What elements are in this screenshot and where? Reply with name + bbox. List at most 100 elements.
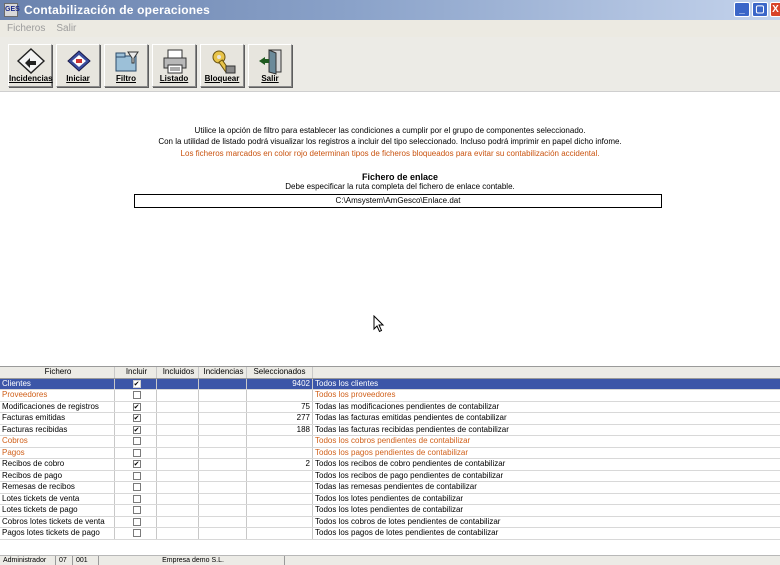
link-file-subtitle: Debe especificar la ruta completa del fi…	[285, 182, 515, 191]
cell-incluir	[115, 436, 157, 447]
cell-incluir	[115, 493, 157, 504]
table-row[interactable]: Cobros lotes tickets de venta Todos los c…	[0, 516, 780, 528]
table-row[interactable]: Recibos de cobro ✔ 2 Todos los recibos de c…	[0, 459, 780, 471]
include-checkbox[interactable]: ✔	[132, 379, 141, 388]
include-checkbox[interactable]	[132, 391, 141, 400]
app-icon: GES	[4, 3, 20, 17]
cell-seleccionados	[247, 436, 313, 447]
include-checkbox[interactable]	[132, 448, 141, 457]
incidencias-button[interactable]: Incidencias	[8, 44, 53, 87]
status-extra	[285, 556, 780, 565]
key-lock-icon	[212, 50, 236, 74]
status-user: Administrador	[0, 556, 56, 565]
salir-button[interactable]: Salir	[248, 44, 292, 87]
cell-incidencias	[199, 493, 247, 504]
cell-incidencias	[199, 482, 247, 493]
table-row[interactable]: Pagos Todos los pagos pendientes de conta…	[0, 447, 780, 459]
maximize-button[interactable]: ▢	[752, 2, 768, 17]
cell-incluir	[115, 482, 157, 493]
window-controls: _ ▢ X	[734, 2, 780, 17]
cell-incluir	[115, 390, 157, 401]
table-row[interactable]: Facturas recibidas ✔ 188 Todas las facturas…	[0, 424, 780, 436]
cell-seleccionados: 2	[247, 459, 313, 470]
cell-incluidos	[157, 528, 199, 539]
cell-seleccionados	[247, 470, 313, 481]
table-row[interactable]: Proveedores Todos los proveedores	[0, 390, 780, 402]
col-header-fichero[interactable]: Fichero	[0, 367, 115, 378]
menu-ficheros[interactable]: Ficheros	[7, 23, 45, 34]
cell-incidencias	[199, 516, 247, 527]
cell-seleccionados	[247, 447, 313, 458]
cell-fichero: Recibos de cobro	[0, 459, 115, 470]
cell-seleccionados	[247, 493, 313, 504]
table-row[interactable]: Clientes ✔ 9402 Todos los clientes	[0, 378, 780, 390]
salir-label: Salir	[261, 74, 279, 83]
table-row[interactable]: Modificaciones de registros ✔ 75 Todas las …	[0, 401, 780, 413]
cell-incluir: ✔	[115, 401, 157, 412]
filtro-button[interactable]: Filtro	[104, 44, 148, 87]
book-start-icon	[67, 50, 91, 72]
include-checkbox[interactable]	[132, 437, 141, 446]
table-row[interactable]: Facturas emitidas ✔ 277 Todas las facturas …	[0, 413, 780, 425]
bloquear-button[interactable]: Bloquear	[200, 44, 244, 87]
cell-seleccionados	[247, 528, 313, 539]
include-checkbox[interactable]	[132, 494, 141, 503]
cell-descripcion: Todas las facturas recibidas pendientes …	[315, 424, 509, 434]
cell-descripcion: Todas las facturas emitidas pendientes d…	[315, 413, 507, 422]
filtro-label: Filtro	[116, 74, 136, 83]
cell-incluir: ✔	[115, 378, 157, 389]
col-header-seleccionados[interactable]: Seleccionados	[247, 367, 313, 378]
cell-incluidos	[157, 378, 199, 389]
menu-bar: Ficheros Salir	[0, 20, 780, 37]
iniciar-button[interactable]: Iniciar	[56, 44, 100, 87]
include-checkbox[interactable]	[132, 529, 141, 538]
listado-button[interactable]: Listado	[152, 44, 196, 87]
cell-descripcion: Todos los pagos de lotes pendientes de c…	[315, 528, 499, 537]
menu-salir[interactable]: Salir	[56, 23, 76, 34]
cell-incluir	[115, 470, 157, 481]
col-header-descripcion[interactable]	[313, 367, 780, 378]
info-blocked-text: Los ficheros marcados en color rojo dete…	[180, 149, 600, 158]
include-checkbox[interactable]: ✔	[132, 402, 141, 411]
close-button[interactable]: X	[770, 2, 780, 17]
cell-incidencias	[199, 378, 247, 389]
include-checkbox[interactable]	[132, 517, 141, 526]
table-row[interactable]: Recibos de pago Todos los recibos de pago…	[0, 470, 780, 482]
include-checkbox[interactable]: ✔	[132, 460, 141, 469]
title-bar: GES Contabilización de operaciones _ ▢ X	[0, 0, 780, 20]
table-row[interactable]: Lotes tickets de pago Todos los lotes pen…	[0, 505, 780, 517]
col-header-incluir[interactable]: Incluir	[115, 367, 157, 378]
cell-incidencias	[199, 459, 247, 470]
cell-seleccionados	[247, 516, 313, 527]
cell-fichero: Cobros lotes tickets de venta	[0, 516, 115, 527]
cell-incluidos	[157, 424, 199, 435]
cell-incidencias	[199, 424, 247, 435]
col-header-incidencias[interactable]: Incidencias	[199, 367, 247, 378]
cell-seleccionados	[247, 390, 313, 401]
bloquear-label: Bloquear	[204, 74, 240, 83]
cell-incluidos	[157, 436, 199, 447]
table-row[interactable]: Lotes tickets de venta Todos los lotes pe…	[0, 493, 780, 505]
col-header-incluidos[interactable]: Incluidos	[157, 367, 199, 378]
iniciar-label: Iniciar	[66, 74, 90, 83]
table-row[interactable]: Cobros Todos los cobros pendientes de con…	[0, 436, 780, 448]
table-row[interactable]: Remesas de recibos Todas las remesas pend…	[0, 482, 780, 494]
include-checkbox[interactable]: ✔	[132, 425, 141, 434]
minimize-button[interactable]: _	[734, 2, 750, 17]
cell-fichero: Cobros	[0, 436, 115, 447]
cell-fichero: Modificaciones de registros	[0, 401, 115, 412]
cell-fichero: Pagos lotes tickets de pago	[0, 528, 115, 539]
cell-fichero: Remesas de recibos	[0, 482, 115, 493]
cell-descripcion: Todos los proveedores	[315, 390, 396, 399]
incidencias-label: Incidencias	[9, 74, 53, 83]
link-file-path-input[interactable]: C:\Amsystem\AmGesco\Enlace.dat	[134, 194, 662, 208]
table-row[interactable]: Pagos lotes tickets de pago Todos los pag…	[0, 528, 780, 540]
toolbar: Incidencias Iniciar Filtro Listado Bloqu…	[0, 37, 780, 92]
include-checkbox[interactable]: ✔	[132, 414, 141, 423]
cell-incidencias	[199, 528, 247, 539]
include-checkbox[interactable]	[132, 471, 141, 480]
include-checkbox[interactable]	[132, 483, 141, 492]
include-checkbox[interactable]	[132, 506, 141, 515]
cell-incluir: ✔	[115, 413, 157, 424]
cell-incidencias	[199, 413, 247, 424]
